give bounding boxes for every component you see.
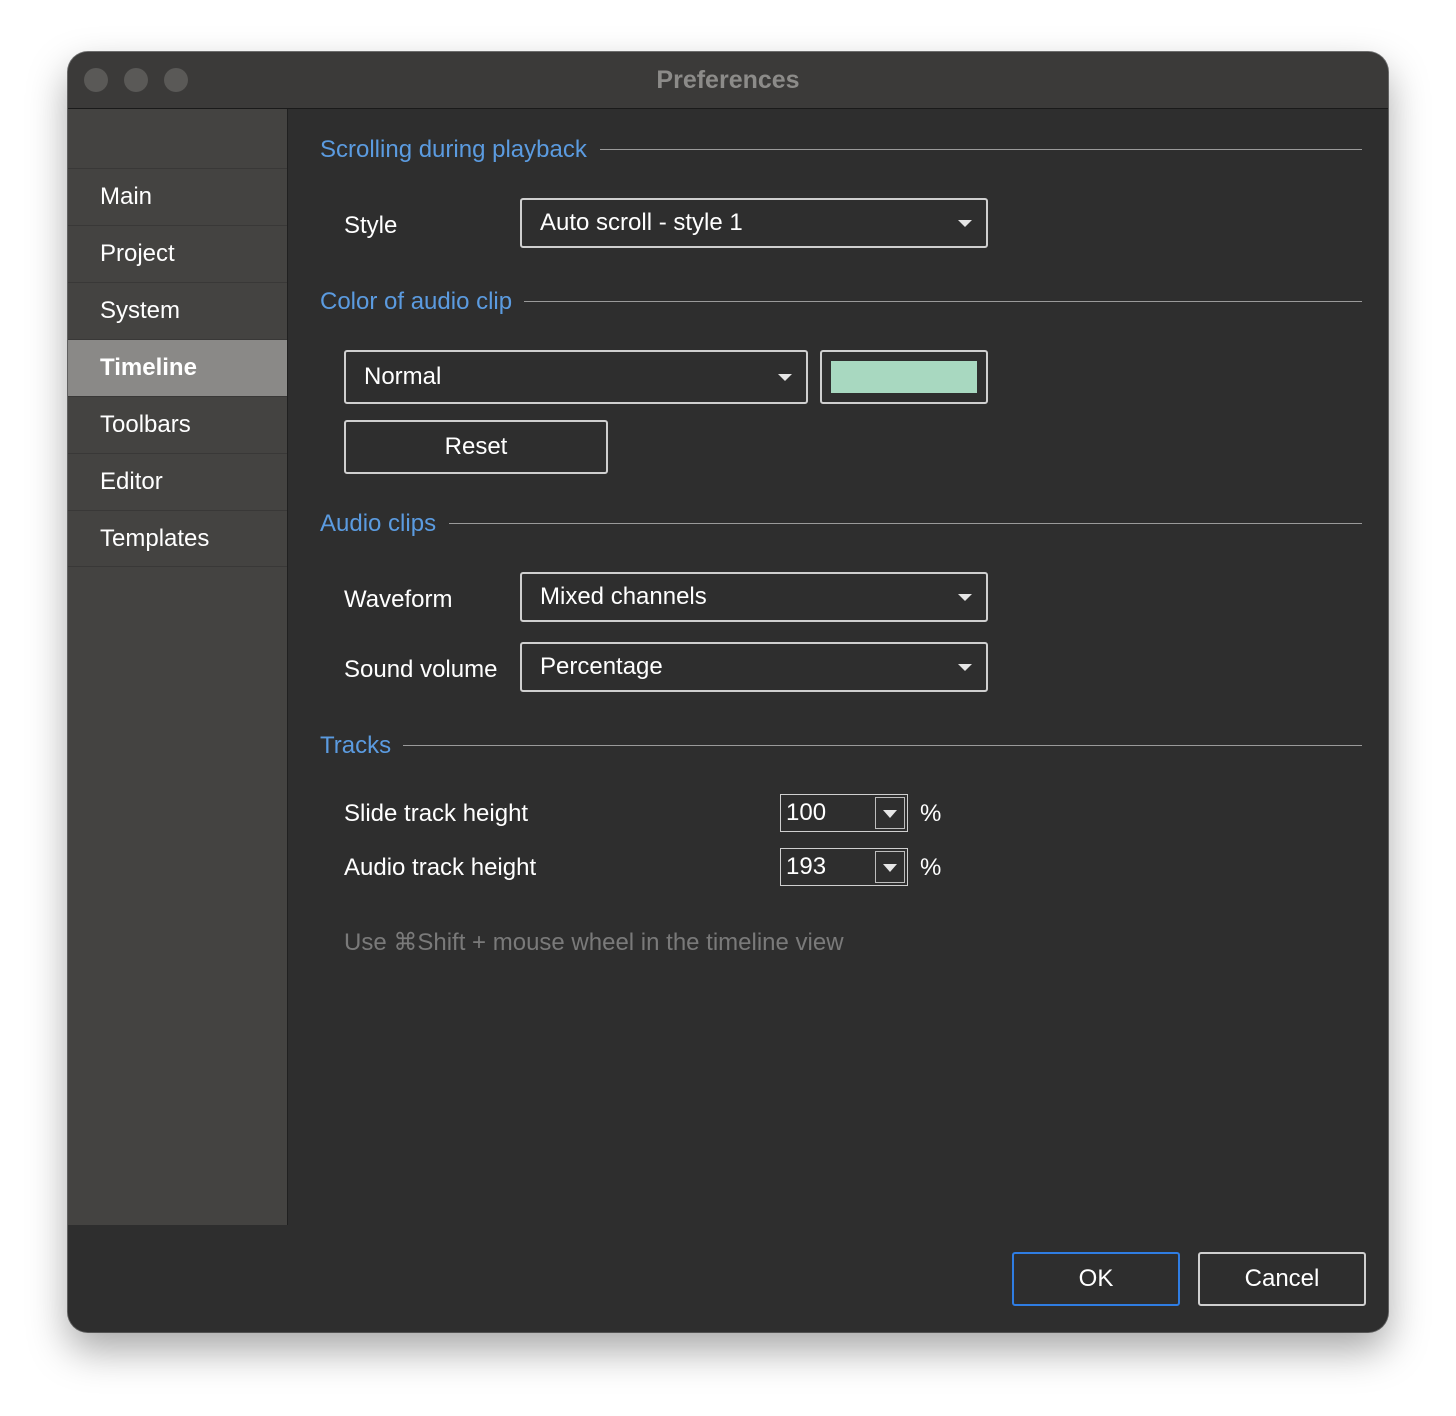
sound-volume-dropdown[interactable]: Percentage [520, 642, 988, 692]
slide-track-height-combo[interactable]: 100 [780, 794, 908, 832]
audio-track-height-label: Audio track height [344, 854, 537, 881]
sidebar-list: Main Project System Timeline Toolbars Ed… [68, 168, 287, 567]
sidebar: Main Project System Timeline Toolbars Ed… [68, 109, 288, 1225]
section-title-audio-clips: Audio clips [320, 510, 437, 537]
style-dropdown[interactable]: Auto scroll - style 1 [520, 198, 988, 248]
color-mode-dropdown[interactable]: Normal [344, 350, 808, 404]
audio-track-height-dropdown-button[interactable] [875, 851, 905, 883]
sidebar-item-project[interactable]: Project [68, 225, 287, 282]
sound-volume-label: Sound volume [344, 656, 498, 683]
audio-track-height-combo[interactable]: 193 [780, 848, 908, 886]
audio-track-height-value[interactable]: 193 [786, 849, 826, 885]
section-divider [600, 149, 1362, 150]
cancel-button[interactable]: Cancel [1198, 1252, 1366, 1306]
waveform-dropdown-value: Mixed channels [540, 583, 707, 610]
ok-button[interactable]: OK [1012, 1252, 1180, 1306]
sidebar-item-main[interactable]: Main [68, 168, 287, 225]
style-label: Style [344, 212, 398, 239]
section-divider [449, 523, 1362, 524]
title-bar: Preferences [68, 52, 1388, 109]
color-swatch [831, 361, 977, 393]
style-dropdown-value: Auto scroll - style 1 [540, 209, 743, 236]
section-divider [403, 745, 1362, 746]
sidebar-item-editor[interactable]: Editor [68, 453, 287, 510]
preferences-window: Preferences Main Project System Timeline… [68, 52, 1388, 1332]
chevron-down-icon [958, 594, 972, 601]
section-divider [524, 301, 1362, 302]
color-swatch-button[interactable] [820, 350, 988, 404]
slide-track-height-unit: % [920, 800, 942, 827]
chevron-down-icon [958, 220, 972, 227]
reset-button[interactable]: Reset [344, 420, 608, 474]
chevron-down-icon [778, 374, 792, 381]
waveform-dropdown[interactable]: Mixed channels [520, 572, 988, 622]
section-title-scrolling: Scrolling during playback [320, 136, 587, 163]
window-title: Preferences [656, 66, 800, 94]
slide-track-height-dropdown-button[interactable] [875, 797, 905, 829]
sidebar-item-system[interactable]: System [68, 282, 287, 339]
dialog-footer: OK Cancel [68, 1226, 1388, 1332]
sidebar-item-templates[interactable]: Templates [68, 510, 287, 567]
waveform-label: Waveform [344, 586, 453, 613]
section-title-tracks: Tracks [320, 732, 392, 759]
audio-track-height-unit: % [920, 854, 942, 881]
slide-track-height-label: Slide track height [344, 800, 529, 827]
chevron-down-icon [883, 864, 897, 872]
color-mode-value: Normal [364, 363, 442, 390]
sidebar-item-timeline[interactable]: Timeline [68, 339, 287, 396]
section-title-color: Color of audio clip [320, 288, 513, 315]
chevron-down-icon [958, 664, 972, 671]
track-height-hint: Use ⌘Shift + mouse wheel in the timeline… [344, 929, 844, 956]
chevron-down-icon [883, 810, 897, 818]
sidebar-item-toolbars[interactable]: Toolbars [68, 396, 287, 453]
slide-track-height-value[interactable]: 100 [786, 795, 826, 831]
sound-volume-dropdown-value: Percentage [540, 653, 663, 680]
